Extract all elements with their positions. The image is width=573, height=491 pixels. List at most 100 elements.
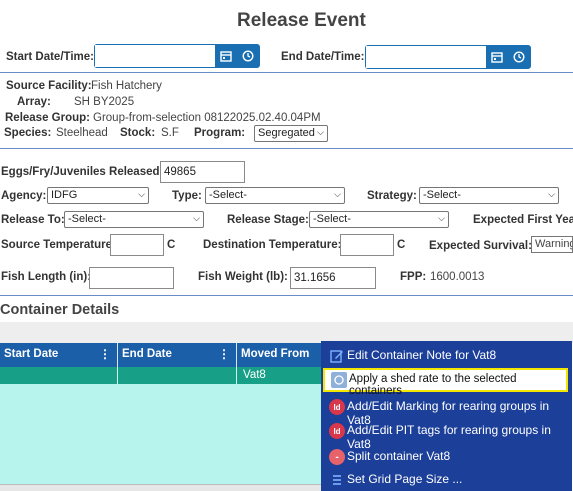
expected-survival-field[interactable]: Warning — [531, 236, 573, 253]
column-header-moved-from[interactable]: Moved From — [237, 343, 327, 367]
end-date-input[interactable] — [366, 46, 486, 68]
cell-start-date — [0, 367, 118, 384]
chevron-down-icon: ⌵ — [138, 189, 145, 199]
fish-length-input[interactable] — [89, 267, 174, 289]
start-date-input[interactable] — [95, 45, 215, 67]
clock-icon — [513, 51, 525, 63]
strategy-select-value: -Select- — [423, 189, 461, 201]
chevron-down-icon: ⌵ — [193, 213, 200, 223]
type-select-value: -Select- — [209, 189, 247, 201]
array-label: Array: — [17, 96, 51, 108]
end-clock-button[interactable] — [508, 46, 530, 68]
column-header-label: Moved From — [241, 348, 310, 360]
split-icon: - — [329, 449, 345, 465]
fpp-value: 1600.0013 — [430, 271, 485, 283]
menu-item-edit-marking[interactable]: Id Add/Edit Marking for rearing groups i… — [321, 395, 572, 427]
stock-label: Stock: — [120, 127, 156, 139]
release-to-select[interactable]: -Select- ⌵ — [64, 211, 204, 228]
release-to-label: Release To: — [1, 214, 65, 226]
context-menu: Edit Container Note for Vat8 Apply a she… — [321, 341, 572, 491]
end-date-label: End Date/Time: — [281, 51, 365, 63]
dest-temp-label: Destination Temperature: — [203, 239, 342, 251]
table-row[interactable]: Vat8 — [0, 367, 330, 384]
program-select[interactable]: Segregated ⌵ — [254, 125, 328, 142]
start-calendar-button[interactable] — [215, 45, 237, 67]
cell-end-date — [118, 367, 237, 384]
menu-item-edit-container-note[interactable]: Edit Container Note for Vat8 — [321, 344, 572, 368]
marking-icon: Id — [329, 399, 345, 415]
fish-weight-label: Fish Weight (lb): — [198, 271, 288, 283]
menu-item-edit-pit-tags[interactable]: Id Add/Edit PIT tags for rearing groups … — [321, 419, 572, 451]
type-select[interactable]: -Select- ⌵ — [205, 187, 345, 204]
chevron-down-icon: ⌵ — [317, 127, 324, 137]
strategy-select[interactable]: -Select- ⌵ — [419, 187, 559, 204]
released-input[interactable] — [160, 161, 245, 183]
end-calendar-button[interactable] — [486, 46, 508, 68]
menu-item-split-container[interactable]: - Split container Vat8 — [321, 445, 572, 469]
page-title: Release Event — [237, 10, 366, 31]
pit-tag-icon: Id — [329, 423, 345, 439]
release-stage-label: Release Stage: — [227, 214, 309, 226]
source-temp-input[interactable] — [110, 234, 164, 256]
agency-select-value: IDFG — [51, 189, 78, 201]
divider — [0, 148, 573, 149]
grid-footer — [0, 484, 330, 491]
start-clock-button[interactable] — [237, 45, 259, 67]
species-label: Species: — [4, 127, 52, 139]
menu-item-label: Apply a shed rate to the selected contai… — [349, 373, 517, 397]
menu-item-apply-shed-rate[interactable]: Apply a shed rate to the selected contai… — [323, 368, 568, 397]
agency-select[interactable]: IDFG ⌵ — [47, 187, 149, 204]
grid-toolbar — [0, 322, 573, 343]
shed-rate-icon — [331, 372, 347, 388]
release-group-label: Release Group: — [5, 112, 90, 124]
start-date-picker — [94, 44, 260, 68]
source-facility-value: Fish Hatchery — [91, 80, 162, 92]
agency-label: Agency: — [1, 190, 47, 202]
cell-moved-from: Vat8 — [243, 369, 266, 381]
menu-item-label: Split container Vat8 — [347, 449, 451, 463]
fish-length-label: Fish Length (in): — [1, 271, 92, 283]
chevron-down-icon: ⌵ — [438, 213, 445, 223]
program-select-value: Segregated — [258, 127, 315, 139]
container-details-title: Container Details — [0, 302, 120, 318]
dest-temp-unit: C — [397, 239, 406, 251]
grid-size-icon — [329, 472, 345, 488]
source-facility-label: Source Facility: — [6, 80, 92, 92]
dest-temp-input[interactable] — [340, 234, 394, 256]
calendar-icon — [220, 51, 232, 62]
expected-first-year-label: Expected First Yea — [473, 214, 573, 226]
program-label: Program: — [194, 127, 246, 139]
stock-value: S.F — [161, 127, 179, 139]
array-value: SH BY2025 — [74, 96, 135, 108]
divider — [0, 72, 573, 73]
chevron-down-icon: ⌵ — [548, 189, 555, 199]
fish-weight-input[interactable] — [290, 267, 376, 289]
chevron-down-icon: ⌵ — [334, 189, 341, 199]
release-stage-select[interactable]: -Select- ⌵ — [309, 211, 449, 228]
strategy-label: Strategy: — [367, 190, 417, 202]
released-label: Eggs/Fry/Juveniles Released: — [1, 166, 164, 178]
column-menu-icon[interactable]: ⋮ — [218, 347, 230, 361]
release-group-value: Group-from-selection 08122025.02.40.04PM — [93, 112, 321, 124]
type-label: Type: — [172, 190, 202, 202]
source-temp-label: Source Temperature: — [1, 239, 116, 251]
grid-body — [0, 384, 330, 484]
column-menu-icon[interactable]: ⋮ — [99, 347, 111, 361]
species-value: Steelhead — [56, 127, 108, 139]
end-date-picker — [365, 45, 531, 69]
column-header-label: Start Date — [4, 348, 59, 360]
column-header-label: End Date — [122, 348, 172, 360]
release-to-select-value: -Select- — [68, 213, 106, 225]
menu-item-label: Edit Container Note for Vat8 — [347, 348, 497, 362]
calendar-icon — [491, 52, 503, 63]
release-stage-select-value: -Select- — [313, 213, 351, 225]
source-temp-unit: C — [167, 239, 176, 251]
expected-survival-label: Expected Survival: — [429, 240, 532, 252]
clock-icon — [242, 50, 254, 62]
fpp-label: FPP: — [400, 271, 427, 283]
column-header-start-date[interactable]: Start Date ⋮ — [0, 343, 118, 367]
start-date-label: Start Date/Time: — [6, 51, 94, 63]
edit-note-icon — [329, 348, 345, 364]
menu-item-set-grid-page-size[interactable]: Set Grid Page Size ... — [321, 468, 572, 491]
column-header-end-date[interactable]: End Date ⋮ — [118, 343, 237, 367]
